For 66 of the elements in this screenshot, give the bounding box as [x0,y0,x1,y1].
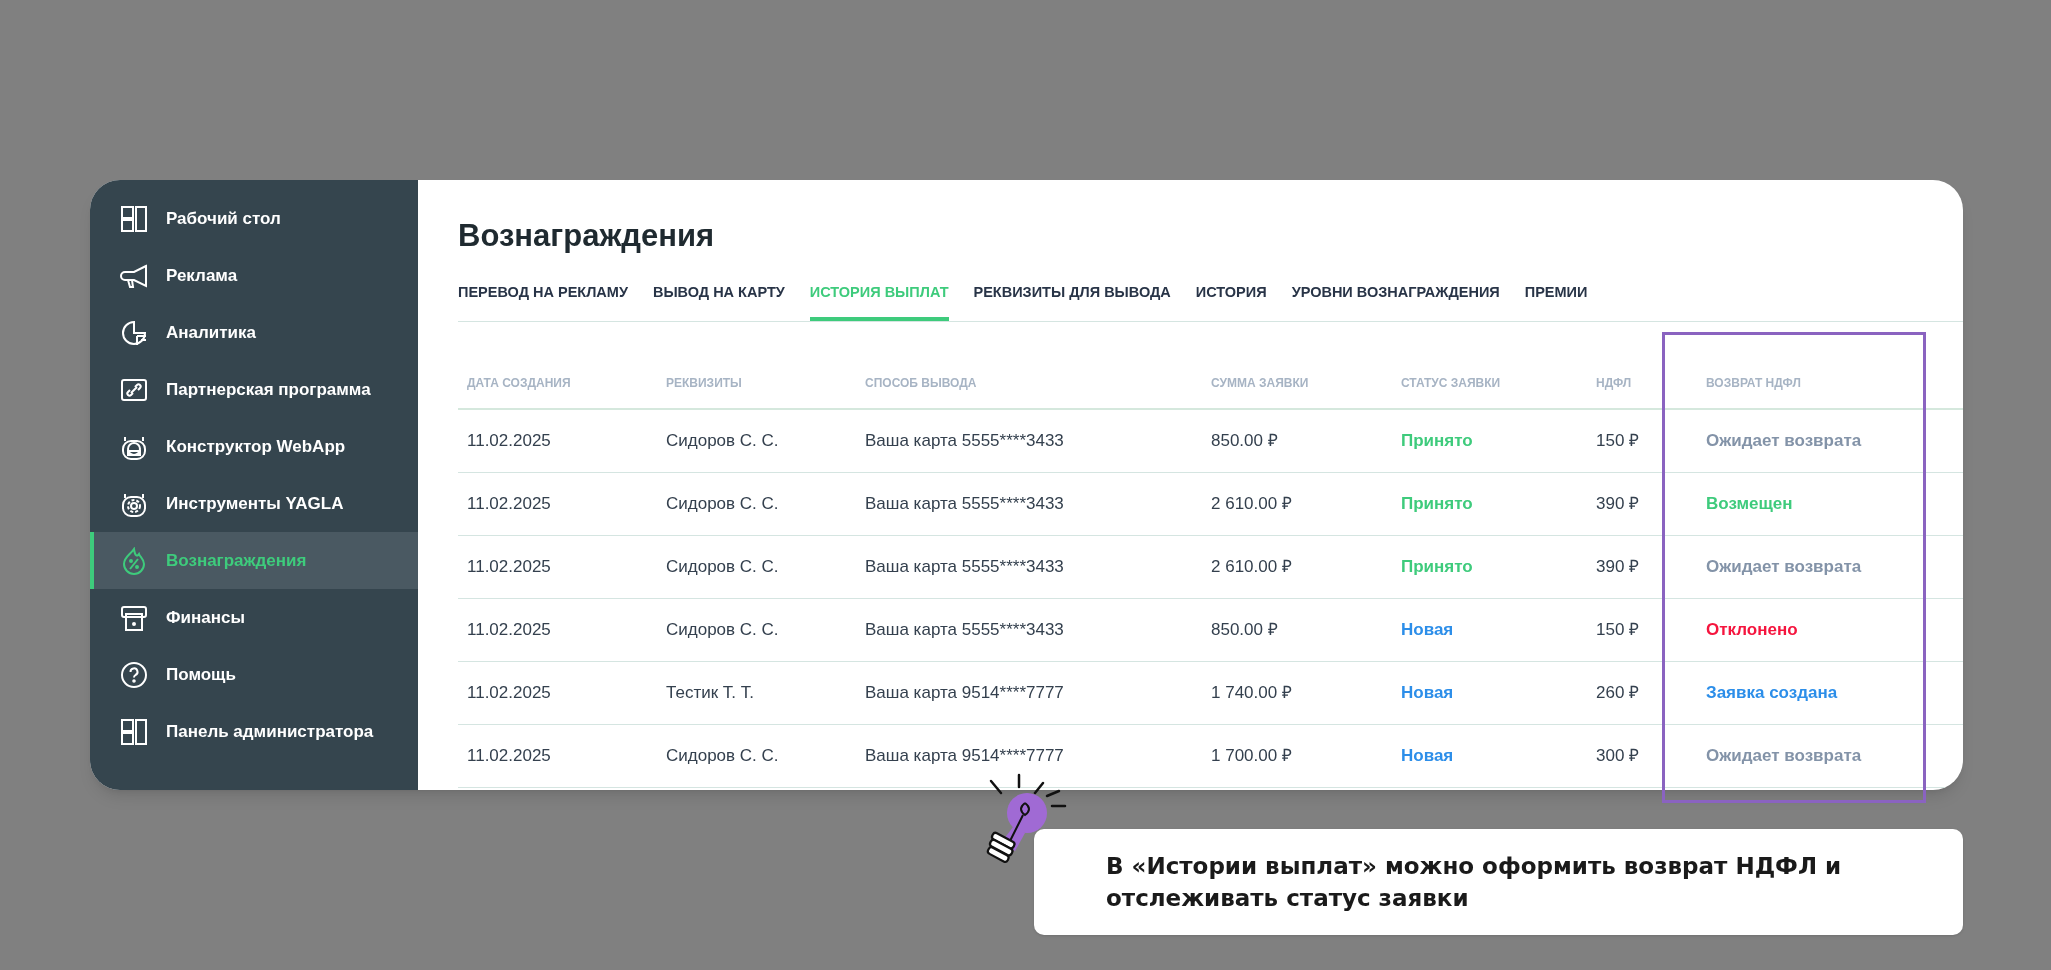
tab[interactable]: ПЕРЕВОД НА РЕКЛАМУ [458,282,628,321]
table-cell-text: 11.02.2025 [466,682,552,704]
table-cell-text: 850.00 ₽ [1211,430,1279,452]
table-cell-text: 1 700.00 ₽ [1211,745,1293,767]
table-cell-text: Ваша карта 5555****3433 [865,619,1065,641]
table-cell-text: Сидоров С. С. [666,745,780,767]
table-cell-text: 11.02.2025 [466,556,552,578]
table-cell-text: Сидоров С. С. [666,493,780,515]
table-cell-text: Ожидает возврата [1705,745,1863,767]
table-cell-text: 1 740.00 ₽ [1211,682,1293,704]
table-cell-text: Тестик Т. Т. [666,682,755,704]
table-cell-text: 11.02.2025 [466,430,552,452]
table-cell-text: Отклонено [1705,619,1799,641]
table-cell-text: Ваша карта 5555****3433 [865,556,1065,578]
sidebar-item[interactable]: Конструктор WebApp [90,418,418,475]
column-header: СТАТУС ЗАЯВКИ [1401,374,1502,392]
table-cell-text: 150 ₽ [1596,430,1641,452]
column-header: ДАТА СОЗДАНИЯ [466,374,572,392]
tab[interactable]: ВЫВОД НА КАРТУ [652,282,785,321]
table-cell-text: 390 ₽ [1596,556,1641,578]
table-cell-text: Возмещен [1705,493,1794,515]
table-cell-text: Новая [1401,745,1455,767]
table-cell-text: Новая [1401,682,1455,704]
page-title: Вознаграждения [458,217,716,255]
table-cell-text: Принято [1401,493,1474,515]
table-cell-text: Ваша карта 5555****3433 [865,493,1065,515]
table-cell-text: 2 610.00 ₽ [1211,493,1293,515]
table-cell-text: 11.02.2025 [466,745,552,767]
table-cell-text: Ваша карта 9514****7777 [865,745,1065,767]
tab[interactable]: РЕКВИЗИТЫ ДЛЯ ВЫВОДА [973,282,1171,321]
table-cell-text: 2 610.00 ₽ [1211,556,1293,578]
column-header: СУММА ЗАЯВКИ [1211,374,1310,392]
tab[interactable]: ПРЕМИИ [1524,282,1588,321]
tab[interactable]: ИСТОРИЯ [1195,282,1267,321]
table-cell-text: 390 ₽ [1596,493,1641,515]
table-cell-text: Сидоров С. С. [666,556,780,578]
tab[interactable]: УРОВНИ ВОЗНАГРАЖДЕНИЯ [1291,282,1500,321]
table-cell-text: 11.02.2025 [466,619,552,641]
table-cell-text: Ожидает возврата [1705,430,1863,452]
table-cell-text: Ваша карта 9514****7777 [865,682,1065,704]
table-cell-text: 300 ₽ [1596,745,1641,767]
column-header: НДФЛ [1596,374,1633,392]
table-cell-text: Ваша карта 5555****3433 [865,430,1065,452]
sidebar-item[interactable]: Помощь [90,646,418,703]
sidebar-item[interactable]: Рабочий стол [90,190,418,247]
table-cell-text: 260 ₽ [1596,682,1641,704]
table-cell-text: Новая [1401,619,1455,641]
table-cell-text: Заявка создана [1705,682,1839,704]
sidebar-item[interactable]: Реклама [90,247,418,304]
table-cell-text: Принято [1401,430,1474,452]
sidebar-item[interactable]: Аналитика [90,304,418,361]
sidebar-item[interactable]: Панель администратора [90,703,418,760]
table-cell-text: Сидоров С. С. [666,430,780,452]
table-cell-text: Сидоров С. С. [666,619,780,641]
column-header: ВОЗВРАТ НДФЛ [1705,374,1802,392]
column-header: СПОСОБ ВЫВОДА [865,374,978,392]
table-cell-text: 850.00 ₽ [1211,619,1279,641]
column-header: РЕКВИЗИТЫ [666,374,743,392]
sidebar-item[interactable]: Партнерская программа [90,361,418,418]
table-cell-text: 150 ₽ [1596,619,1641,641]
sidebar-item[interactable]: Инструменты YAGLA [90,475,418,532]
table-cell-text: 11.02.2025 [466,493,552,515]
callout-text: В «Истории выплат» можно оформить возврат НДФЛ и отслеживать статус заявки [1106,852,1843,913]
table-cell-text: Принято [1401,556,1474,578]
table-cell-text: Ожидает возврата [1705,556,1863,578]
sidebar-item[interactable]: Финансы [90,589,418,646]
